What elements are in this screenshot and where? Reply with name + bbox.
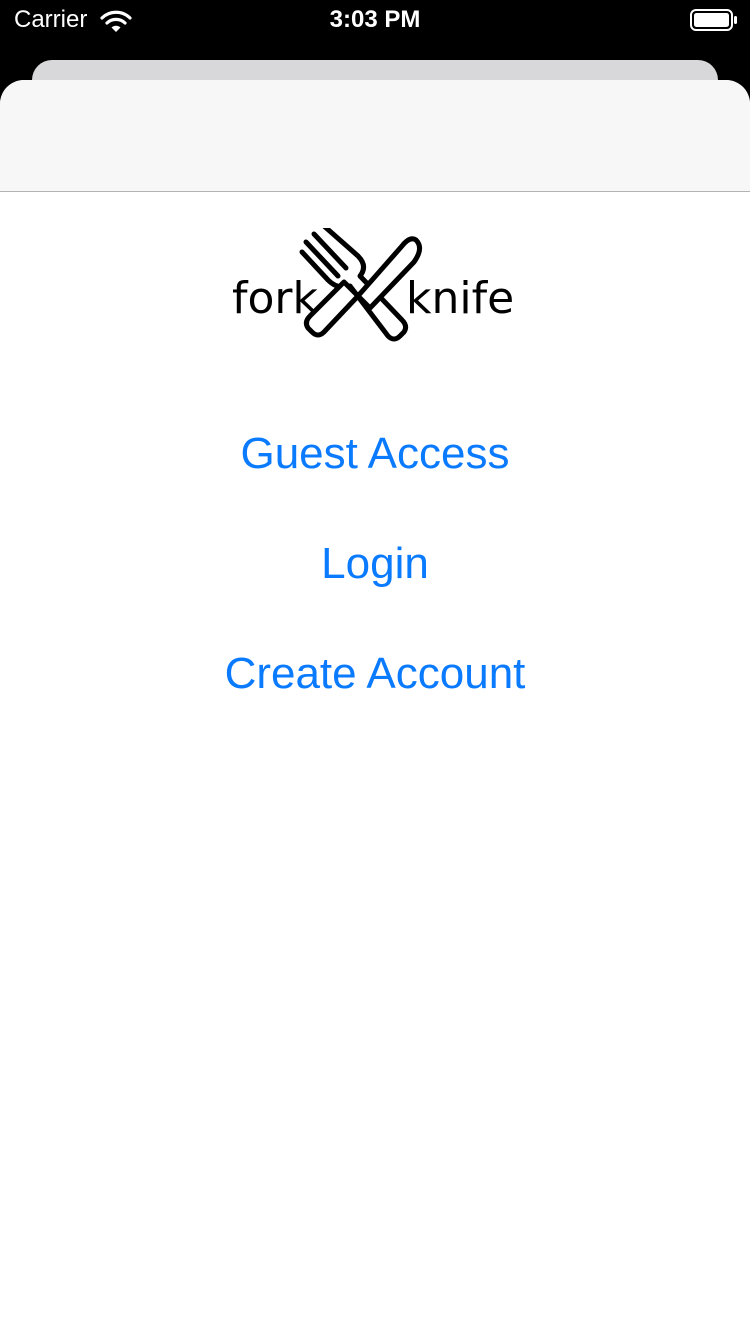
status-bar: Carrier 3:03 PM [0, 0, 750, 40]
app-logo: fork knife [230, 228, 520, 348]
status-time: 3:03 PM [329, 6, 421, 33]
modal-sheet: fork knife Guest Access Login Create Acc… [0, 80, 750, 1334]
login-button[interactable]: Login [0, 534, 750, 594]
guest-access-button[interactable]: Guest Access [0, 424, 750, 484]
logo-text-knife: knife [406, 273, 515, 324]
create-account-button[interactable]: Create Account [0, 644, 750, 704]
navigation-bar [0, 80, 750, 192]
battery-icon [690, 9, 737, 31]
